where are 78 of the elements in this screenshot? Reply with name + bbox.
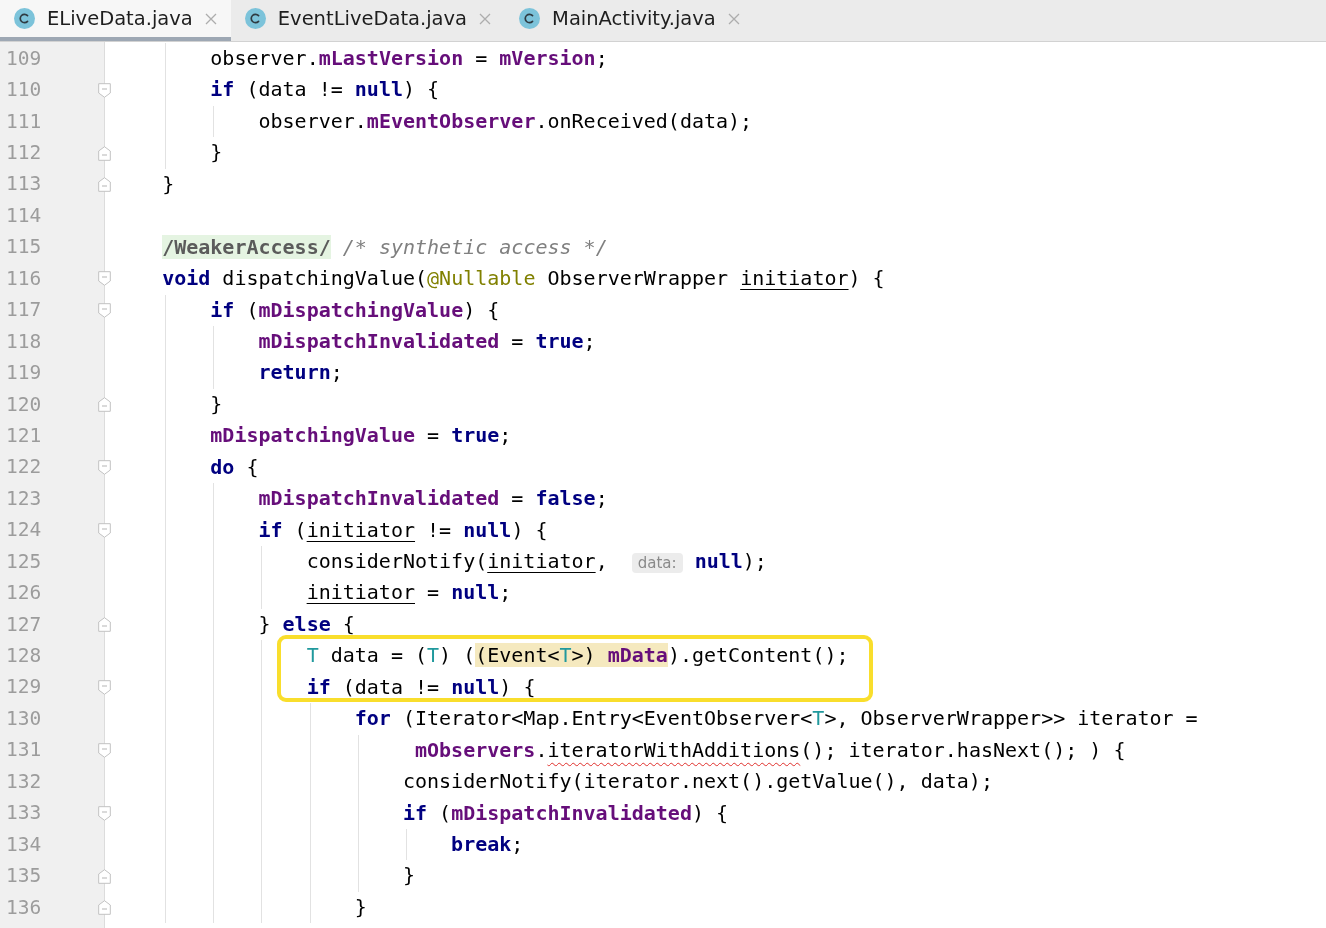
fold-marker-icon[interactable]: [98, 805, 111, 821]
letter-c-icon: [519, 8, 541, 29]
code-line: /WeakerAccess/ /* synthetic access */: [162, 234, 608, 259]
code-line: }: [210, 391, 223, 416]
line-number: 113: [6, 172, 42, 197]
code-line: mDispatchInvalidated = false;: [258, 486, 608, 511]
fold-marker-icon[interactable]: [98, 397, 111, 413]
line-number: 135: [6, 864, 42, 889]
file-tab[interactable]: MainActivity.java: [505, 0, 754, 41]
file-tab[interactable]: EventLiveData.java: [230, 0, 506, 41]
fold-marker-icon[interactable]: [98, 522, 111, 538]
code-line: considerNotify(iterator.next().getValue(), data);: [402, 769, 993, 794]
code-line: observer.mEventObserver.onReceived(data);: [258, 108, 753, 133]
fold-marker-icon[interactable]: [98, 868, 111, 884]
fold-marker-icon[interactable]: [98, 271, 111, 287]
line-number: 134: [6, 832, 42, 857]
fold-marker-icon[interactable]: [98, 679, 111, 695]
line-number: 133: [6, 801, 42, 826]
letter-c-icon: [14, 8, 35, 29]
code-line: considerNotify(initiator, data: null);: [306, 549, 767, 573]
code-line: void dispatchingValue(@Nullable ObserverWrapper initiator) {: [162, 266, 885, 291]
line-number: 112: [6, 141, 42, 166]
line-number: 119: [6, 361, 42, 386]
close-icon[interactable]: [204, 12, 217, 25]
line-number: 124: [6, 518, 42, 543]
line-number: 125: [6, 549, 42, 574]
letter-c-icon: [244, 8, 266, 29]
line-number: 116: [6, 266, 42, 291]
line-number: 127: [6, 612, 42, 637]
code-line: }: [354, 894, 367, 919]
code-line: if (data != null) {: [210, 77, 440, 102]
code-line: if (data != null) {: [306, 674, 536, 699]
line-number: 129: [6, 675, 42, 700]
line-number: 109: [6, 46, 42, 71]
fold-marker-icon[interactable]: [98, 900, 111, 916]
code-line: } else {: [258, 611, 355, 636]
code-line: if (mDispatchingValue) {: [210, 297, 500, 322]
line-number: 122: [6, 455, 42, 480]
line-number: 132: [6, 769, 42, 794]
code-line: mObservers.iteratorWithAdditions(); iterator.hasNext(); ) {: [413, 737, 1126, 762]
line-number: 111: [6, 109, 42, 134]
code-line: return;: [258, 360, 343, 385]
code-line: if (mDispatchInvalidated) {: [402, 800, 729, 825]
code-line: mDispatchingValue = true;: [210, 423, 512, 448]
line-number: 118: [6, 329, 42, 354]
code-line: break;: [451, 831, 524, 856]
code-line: }: [402, 863, 415, 888]
fold-marker-icon[interactable]: [98, 742, 111, 758]
close-icon[interactable]: [727, 12, 740, 25]
code-line: for (Iterator<Map.Entry<EventObserver<T>, ObserverWrapper>> iterator =: [354, 706, 1198, 731]
code-line: T data = (T) ((Event<T>) mData).getContent();: [306, 643, 849, 668]
fold-marker-icon[interactable]: [98, 459, 111, 475]
line-number: 136: [6, 895, 42, 920]
fold-marker-icon[interactable]: [98, 176, 111, 192]
line-number: 121: [6, 423, 42, 448]
code-line: }: [210, 140, 223, 165]
line-number: 130: [6, 706, 42, 731]
code-line: mDispatchInvalidated = true;: [258, 328, 596, 353]
line-number: 128: [6, 644, 42, 669]
line-number: 117: [6, 298, 42, 323]
file-tab[interactable]: ELiveData.java: [0, 0, 231, 41]
line-number: 115: [6, 235, 42, 260]
line-number: 123: [6, 486, 42, 511]
fold-marker-icon[interactable]: [98, 302, 111, 318]
line-number: 120: [6, 392, 42, 417]
fold-marker-icon[interactable]: [98, 145, 111, 161]
code-line: initiator = null;: [306, 580, 512, 605]
close-icon[interactable]: [479, 12, 492, 25]
line-number: 126: [6, 581, 42, 606]
code-line: observer.mLastVersion = mVersion;: [210, 46, 608, 70]
code-line: do {: [210, 454, 259, 479]
line-number: 131: [6, 738, 42, 763]
code-line: if (initiator != null) {: [258, 517, 548, 542]
code-line: }: [162, 171, 175, 196]
fold-marker-icon[interactable]: [98, 82, 111, 98]
line-number: 110: [6, 78, 42, 103]
fold-marker-icon[interactable]: [98, 617, 111, 633]
line-number: 114: [6, 203, 42, 228]
